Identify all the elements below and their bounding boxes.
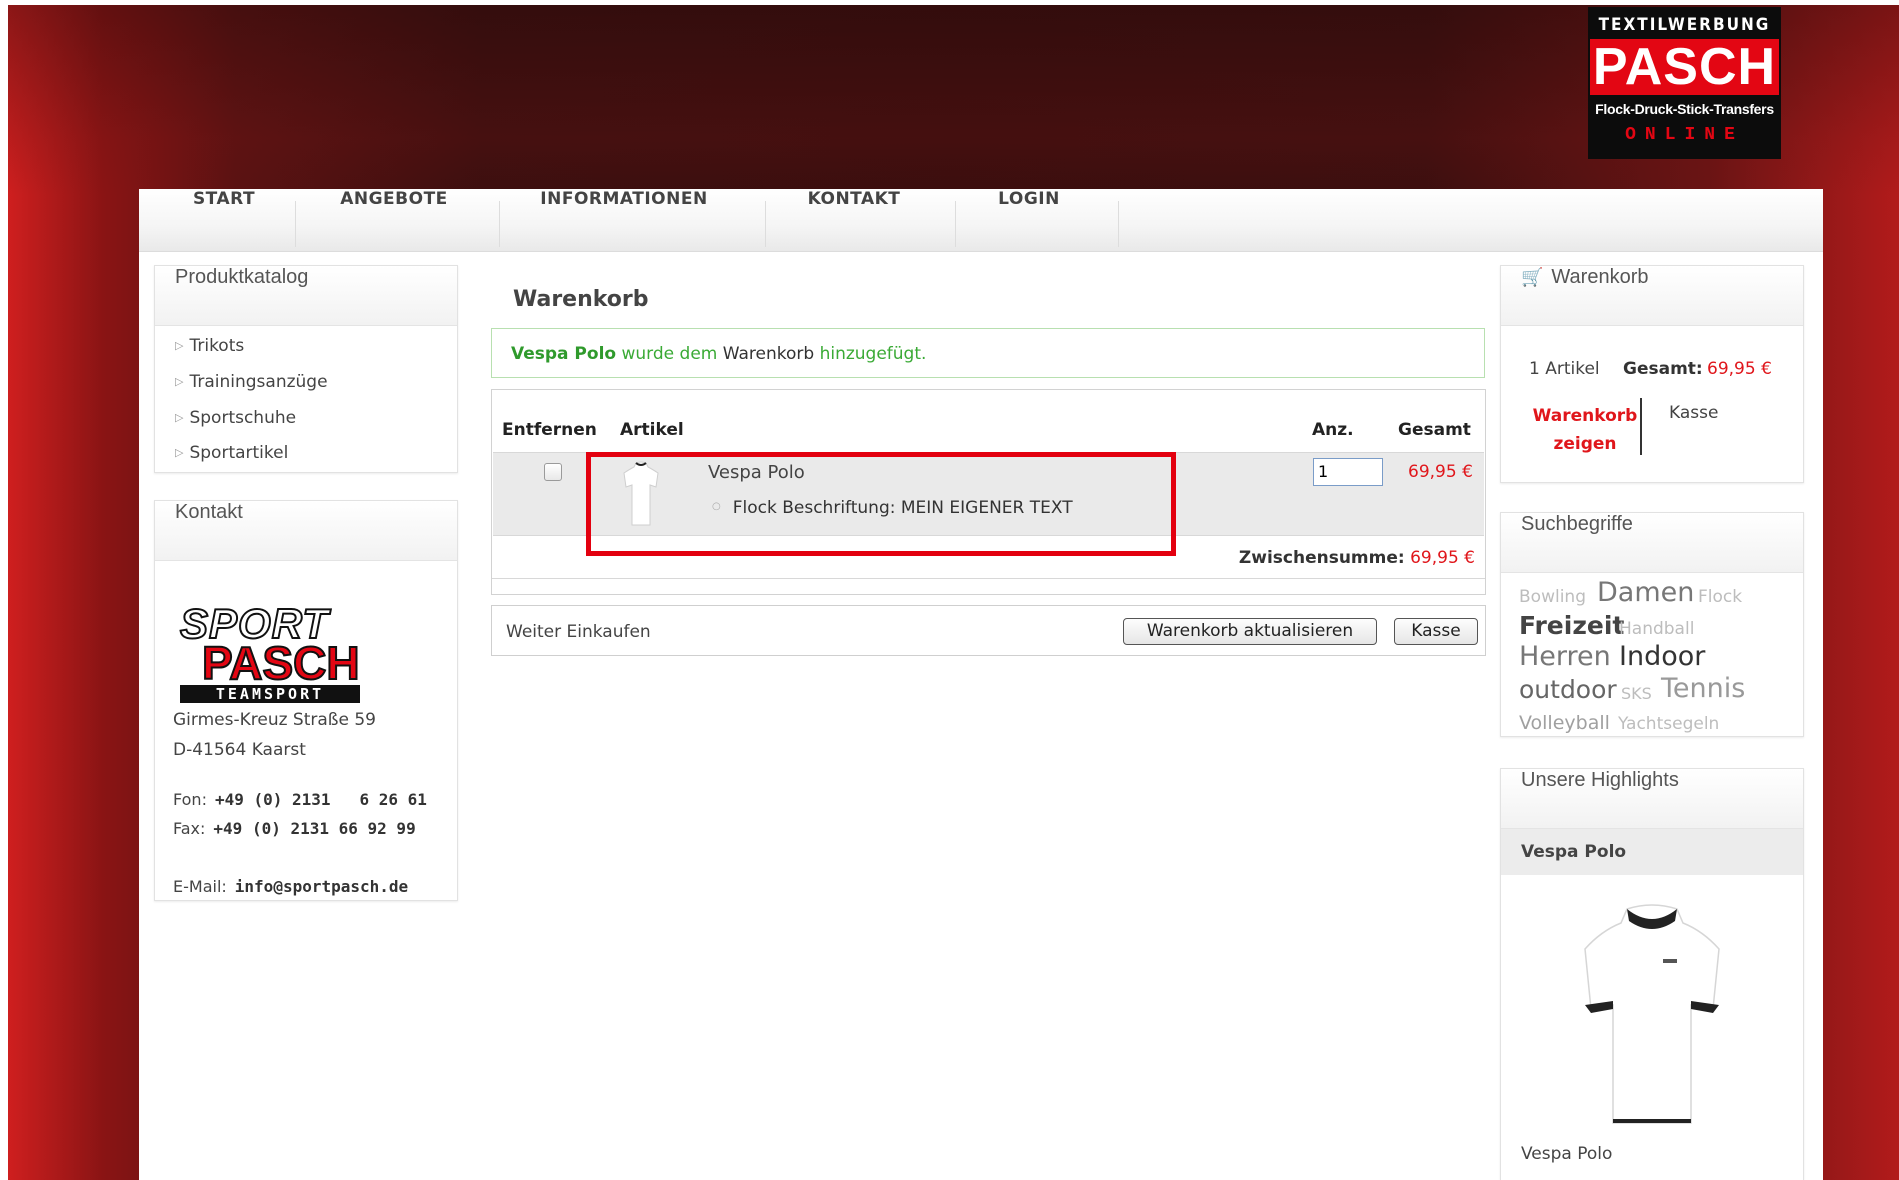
highlight-caption[interactable]: Vespa Polo <box>1521 1144 1612 1164</box>
cart-actions: Weiter Einkaufen Warenkorb aktualisieren… <box>491 605 1486 656</box>
highlights-title: Unsere Highlights <box>1501 769 1803 829</box>
nav-separator <box>765 201 766 247</box>
triangle-right-icon: ▷ <box>175 446 184 459</box>
tag-damen[interactable]: Damen <box>1597 577 1694 608</box>
sidecart-total-value: 69,95 € <box>1707 359 1772 379</box>
nav-angebote[interactable]: ANGEBOTE <box>319 189 469 252</box>
logo-line-4: ONLINE <box>1625 125 1744 145</box>
show-cart-line-1: Warenkorb <box>1532 406 1638 426</box>
tag-herren[interactable]: Herren <box>1519 641 1611 672</box>
nav-separator <box>295 201 296 247</box>
contact-title: Kontakt <box>155 501 457 561</box>
contact-fon: Fon: +49 (0) 2131 6 26 61 <box>173 790 427 809</box>
logo-line-3: Flock-Druck-Stick-Transfers <box>1595 101 1774 117</box>
checkout-button[interactable]: Kasse <box>1394 618 1478 645</box>
row-price: 69,95 € <box>1408 462 1473 482</box>
header-article: Artikel <box>620 420 684 440</box>
cart-icon: 🛒 <box>1521 267 1544 287</box>
nav-start[interactable]: START <box>169 189 279 252</box>
header-qty: Anz. <box>1312 420 1354 440</box>
success-message: Vespa Polo wurde dem Warenkorb hinzugefü… <box>491 328 1485 378</box>
sidecart-checkout-link[interactable]: Kasse <box>1669 403 1718 423</box>
tag-sks[interactable]: SKS <box>1621 684 1652 703</box>
main-nav: START ANGEBOTE INFORMATIONEN KONTAKT LOG… <box>139 189 1823 252</box>
catalog-item-label: Sportschuhe <box>189 408 297 428</box>
nav-separator <box>499 201 500 247</box>
nav-login[interactable]: LOGIN <box>979 189 1079 252</box>
mail-value[interactable]: info@sportpasch.de <box>235 877 408 896</box>
catalog-title: Produktkatalog <box>155 266 457 326</box>
site-logo[interactable]: TEXTILWERBUNG PASCH Flock-Druck-Stick-Tr… <box>1588 7 1781 159</box>
contact-box: Kontakt SPORT PASCH TEAMSPORT Girmes-Kre… <box>154 500 458 901</box>
message-part2: Warenkorb <box>722 344 815 364</box>
tag-tennis[interactable]: Tennis <box>1661 673 1745 704</box>
tag-handball[interactable]: Handball <box>1619 619 1694 639</box>
triangle-right-icon: ▷ <box>175 339 184 352</box>
message-product: Vespa Polo <box>511 344 617 364</box>
triangle-right-icon: ▷ <box>175 411 184 424</box>
catalog-item-label: Trikots <box>189 336 245 356</box>
header-remove: Entfernen <box>502 420 597 440</box>
mail-label: E-Mail: <box>173 877 227 896</box>
message-part1: wurde dem <box>621 344 718 364</box>
subtotal-value: 69,95 € <box>1410 548 1475 568</box>
catalog-item-trikots[interactable]: ▷ Trikots <box>175 336 244 356</box>
tag-flock[interactable]: Flock <box>1698 587 1742 607</box>
tag-bowling[interactable]: Bowling <box>1519 587 1586 607</box>
update-cart-button[interactable]: Warenkorb aktualisieren <box>1123 618 1377 645</box>
fon-value: +49 (0) 2131 6 26 61 <box>214 790 427 809</box>
catalog-item-trainingsanzuege[interactable]: ▷ Trainingsanzüge <box>175 372 328 392</box>
sport-pasch-logo: SPORT PASCH TEAMSPORT <box>179 600 361 703</box>
catalog-item-label: Trainingsanzüge <box>189 372 328 392</box>
highlight-product-name[interactable]: Vespa Polo <box>1501 829 1803 875</box>
fax-label: Fax: <box>173 819 206 838</box>
tags-box: Suchbegriffe Bowling Damen Flock Freizei… <box>1500 512 1804 737</box>
continue-shopping-link[interactable]: Weiter Einkaufen <box>506 622 651 642</box>
fon-label: Fon: <box>173 790 207 809</box>
sidecart-title: Warenkorb <box>1551 266 1649 288</box>
nav-separator <box>955 201 956 247</box>
tag-yachtsegeln[interactable]: Yachtsegeln <box>1618 714 1719 734</box>
catalog-item-label: Sportartikel <box>189 443 289 463</box>
nav-kontakt[interactable]: KONTAKT <box>789 189 919 252</box>
catalog-item-sportartikel[interactable]: ▷ Sportartikel <box>175 443 288 463</box>
logo-line-2: PASCH <box>1590 39 1779 95</box>
contact-mail: E-Mail: info@sportpasch.de <box>173 877 408 896</box>
contact-street: Girmes-Kreuz Straße 59 <box>173 710 376 730</box>
tag-freizeit[interactable]: Freizeit <box>1519 611 1624 640</box>
tag-indoor[interactable]: Indoor <box>1619 641 1705 672</box>
tag-outdoor[interactable]: outdoor <box>1519 675 1617 704</box>
header-total: Gesamt <box>1398 420 1471 440</box>
divider <box>492 578 1485 579</box>
remove-checkbox[interactable] <box>544 463 562 481</box>
quantity-input[interactable]: 1 <box>1313 458 1383 486</box>
sidecart-count: 1 Artikel <box>1529 359 1600 379</box>
page-title: Warenkorb <box>513 287 649 312</box>
contact-city: D-41564 Kaarst <box>173 740 306 760</box>
sidecart-header: 🛒 Warenkorb <box>1501 266 1803 326</box>
show-cart-line-2: zeigen <box>1553 434 1617 454</box>
nav-informationen[interactable]: INFORMATIONEN <box>524 189 724 252</box>
catalog-box: Produktkatalog ▷ Trikots ▷ Trainingsanzüge… <box>154 265 458 473</box>
message-part3: hinzugefügt. <box>819 344 927 364</box>
catalog-item-sportschuhe[interactable]: ▷ Sportschuhe <box>175 408 296 428</box>
nav-separator <box>1118 201 1119 247</box>
subtotal: Zwischensumme: 69,95 € <box>1239 548 1475 568</box>
tags-title: Suchbegriffe <box>1501 513 1803 573</box>
tag-volleyball[interactable]: Volleyball <box>1519 712 1610 734</box>
show-cart-link[interactable]: Warenkorb zeigen <box>1531 402 1639 458</box>
contact-fax: Fax: +49 (0) 2131 66 92 99 <box>173 819 416 838</box>
divider <box>1640 398 1642 455</box>
triangle-right-icon: ▷ <box>175 375 184 388</box>
subtotal-label: Zwischensumme: <box>1238 548 1405 568</box>
sport-logo-mid: PASCH <box>201 637 361 689</box>
sidecart-total-label: Gesamt: <box>1623 359 1703 379</box>
highlight-product-image[interactable] <box>1579 901 1725 1131</box>
highlight-annotation <box>586 452 1176 556</box>
logo-line-1: TEXTILWERBUNG <box>1598 15 1771 35</box>
highlights-box: Unsere Highlights Vespa Polo Vespa Polo <box>1500 768 1804 1180</box>
sidecart-box: 🛒 Warenkorb 1 Artikel Gesamt: 69,95 € War… <box>1500 265 1804 483</box>
fax-value: +49 (0) 2131 66 92 99 <box>213 819 416 838</box>
